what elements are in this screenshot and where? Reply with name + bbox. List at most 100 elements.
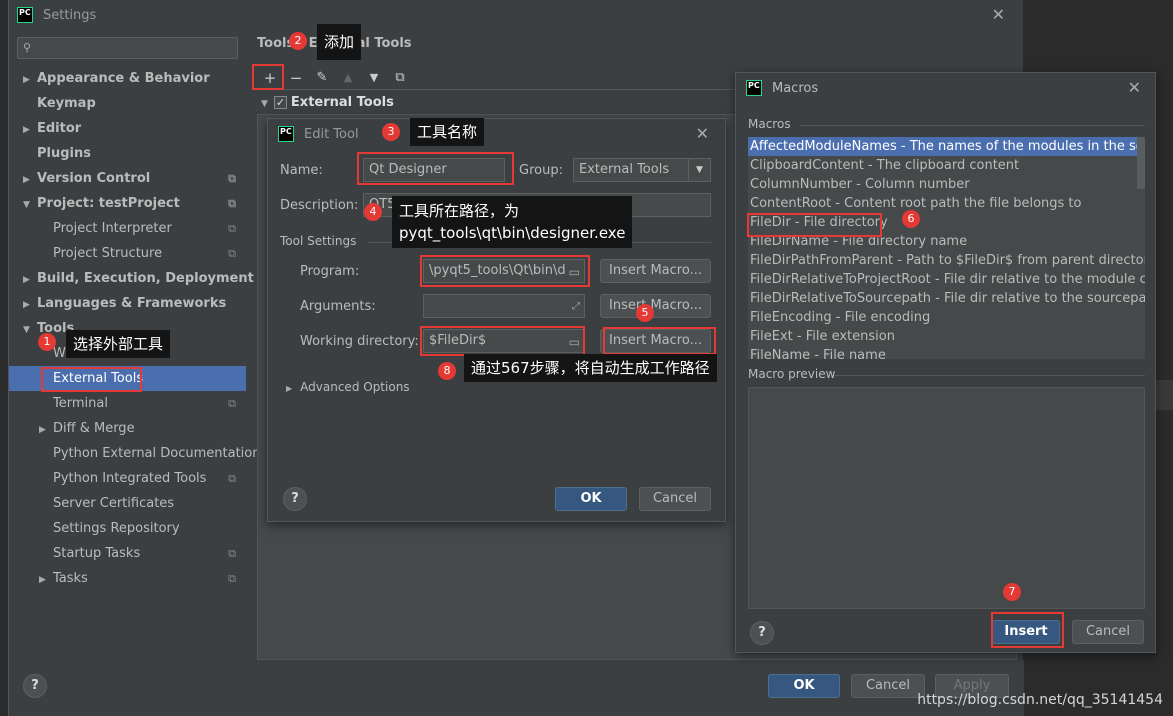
sidebar-item[interactable]: ▶ Languages & Frameworks	[9, 291, 246, 316]
pycharm-logo-icon: PC	[17, 7, 33, 23]
step-marker-7: 7	[1003, 583, 1021, 601]
sidebar-item-label: Editor	[37, 121, 82, 136]
chevron-down-icon: ▼	[688, 159, 710, 181]
cancel-button[interactable]: Cancel	[851, 674, 925, 698]
macro-list-item[interactable]: FileEncoding - File encoding	[748, 308, 1145, 327]
sidebar-item[interactable]: ▶ Build, Execution, Deployment	[9, 266, 254, 291]
callout-tool-name: 工具名称	[410, 118, 485, 146]
sidebar-item[interactable]: ▶ Diff & Merge	[9, 416, 246, 441]
macro-list-item[interactable]: FileDirPathFromParent - Path to $FileDir…	[748, 251, 1145, 270]
macro-preview-label: Macro preview	[748, 367, 836, 381]
sidebar-item-label: Python Integrated Tools	[53, 471, 207, 486]
sidebar-item[interactable]: ▶ Version Control ⧉	[9, 166, 246, 191]
expand-arrow-icon: ▶	[39, 575, 46, 585]
advanced-options-toggle[interactable]: ▶ Advanced Options	[286, 380, 410, 394]
callout-tool-path-line2: pyqt_tools\qt\bin\designer.exe	[399, 224, 626, 242]
highlight-external-tools-item	[41, 367, 142, 392]
project-scope-icon: ⧉	[228, 172, 236, 185]
sidebar-item-label: Keymap	[37, 96, 96, 111]
scrollbar[interactable]	[1137, 137, 1145, 189]
arguments-field[interactable]: ⤢	[423, 294, 585, 318]
expand-icon[interactable]: ⤢	[572, 296, 580, 317]
sidebar-item[interactable]: Server Certificates	[9, 491, 246, 516]
project-scope-icon: ⧉	[228, 247, 236, 260]
external-tools-group-row[interactable]: ▼ External Tools	[261, 92, 394, 114]
sidebar-item[interactable]: Settings Repository	[9, 516, 246, 541]
macro-list-item[interactable]: ClipboardContent - The clipboard content	[748, 156, 1145, 175]
sidebar-item[interactable]: ▼ Project: testProject ⧉	[9, 191, 246, 216]
sidebar-item-label: Languages & Frameworks	[37, 296, 227, 311]
sidebar-item[interactable]: Project Interpreter ⧉	[9, 216, 246, 241]
expand-arrow-icon: ▶	[23, 175, 30, 185]
sidebar-item[interactable]: Project Structure ⧉	[9, 241, 246, 266]
help-button[interactable]: ?	[283, 487, 307, 511]
search-input[interactable]: ⚲	[17, 37, 238, 59]
macros-titlebar: PC Macros ✕	[736, 73, 1155, 103]
project-scope-icon: ⧉	[228, 547, 236, 560]
move-down-button[interactable]: ▼	[363, 67, 385, 89]
section-divider	[800, 125, 1145, 126]
sidebar-item[interactable]: Terminal ⧉	[9, 391, 246, 416]
advanced-options-label: Advanced Options	[300, 380, 410, 394]
ok-button[interactable]: OK	[555, 487, 627, 511]
expand-arrow-icon: ▶	[23, 300, 30, 310]
close-icon[interactable]: ✕	[1128, 78, 1141, 97]
macro-list-item[interactable]: FileDirRelativeToSourcepath - File dir r…	[748, 289, 1145, 308]
group-label: Group:	[519, 163, 563, 178]
cancel-button[interactable]: Cancel	[639, 487, 711, 511]
close-icon[interactable]: ✕	[696, 124, 709, 143]
sidebar-item[interactable]: Keymap	[9, 91, 246, 116]
remove-tool-button[interactable]: −	[285, 67, 307, 89]
expand-arrow-icon: ▼	[23, 325, 30, 335]
expand-arrow-icon: ▶	[23, 125, 30, 135]
sidebar-item[interactable]: ▶ Appearance & Behavior	[9, 66, 246, 91]
move-up-button[interactable]: ▲	[337, 67, 359, 89]
copy-tool-button[interactable]: ⧉	[389, 67, 411, 89]
edit-tool-button[interactable]: ✎	[311, 67, 333, 89]
highlight-insert-macro-button	[603, 327, 716, 355]
macro-list-item[interactable]: FileName - File name	[748, 346, 1145, 359]
sidebar-item-label: Version Control	[37, 171, 151, 186]
arguments-label: Arguments:	[300, 299, 376, 314]
cancel-button[interactable]: Cancel	[1072, 620, 1144, 644]
description-label: Description:	[280, 198, 359, 213]
sidebar-item[interactable]: Python Integrated Tools ⧉	[9, 466, 246, 491]
sidebar-item-label: Diff & Merge	[53, 421, 135, 436]
macro-list-item[interactable]: ContentRoot - Content root path the file…	[748, 194, 1145, 213]
macro-preview-area	[748, 387, 1145, 609]
sidebar-item[interactable]: Startup Tasks ⧉	[9, 541, 246, 566]
highlight-program-field	[420, 255, 590, 287]
sidebar-item-label: Plugins	[37, 146, 91, 161]
sidebar-item[interactable]: ▶ Editor	[9, 116, 246, 141]
sidebar-item[interactable]: Plugins	[9, 141, 246, 166]
section-divider	[834, 375, 1145, 376]
close-icon[interactable]: ✕	[992, 5, 1005, 24]
callout-select-external-tools: 选择外部工具	[66, 330, 171, 358]
macro-list-item[interactable]: FileExt - File extension	[748, 327, 1145, 346]
expand-arrow-icon: ▼	[23, 200, 30, 210]
sidebar-item[interactable]: Python External Documentation	[9, 441, 260, 466]
expand-arrow-icon: ▶	[23, 75, 30, 85]
macro-list: AffectedModuleNames - The names of the m…	[748, 137, 1145, 359]
sidebar-item-label: Project Structure	[53, 246, 163, 261]
sidebar-item-label: Project Interpreter	[53, 221, 172, 236]
help-button[interactable]: ?	[750, 621, 774, 645]
highlight-add-button	[252, 64, 284, 90]
help-button[interactable]: ?	[23, 674, 47, 698]
ok-button[interactable]: OK	[768, 674, 840, 698]
insert-macro-button-arguments[interactable]: Insert Macro...	[600, 294, 711, 318]
settings-titlebar: PC Settings ✕	[9, 0, 1023, 30]
sidebar-item-label: Startup Tasks	[53, 546, 141, 561]
project-scope-icon: ⧉	[228, 397, 236, 410]
group-select[interactable]: External Tools ▼	[573, 158, 711, 182]
background-editor-strip	[0, 0, 8, 716]
macro-list-item[interactable]: FileDirRelativeToProjectRoot - File dir …	[748, 270, 1145, 289]
sidebar-item[interactable]: ▶ Tasks ⧉	[9, 566, 246, 591]
macro-list-item[interactable]: ColumnNumber - Column number	[748, 175, 1145, 194]
macro-list-item[interactable]: AffectedModuleNames - The names of the m…	[748, 137, 1145, 156]
step-marker-2: 2	[289, 32, 307, 50]
expand-arrow-icon: ▶	[39, 425, 46, 435]
insert-macro-button-program[interactable]: Insert Macro...	[600, 259, 711, 283]
sidebar-item-label: Appearance & Behavior	[37, 71, 210, 86]
group-checkbox[interactable]	[273, 92, 287, 114]
